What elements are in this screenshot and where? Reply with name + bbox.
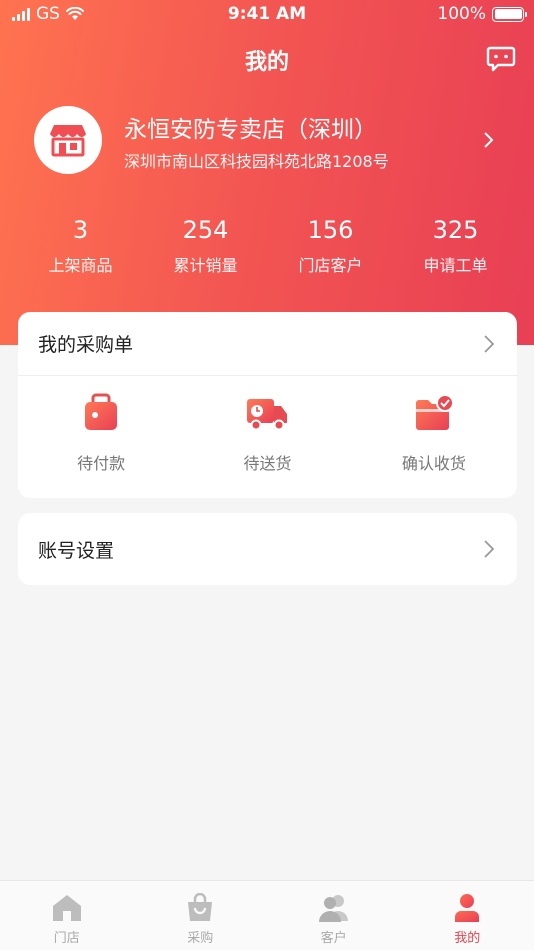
- order-label: 待付款: [77, 454, 126, 473]
- received-folder-icon: [415, 394, 454, 430]
- stat-value: 325: [432, 216, 479, 244]
- stats-row: 3 上架商品 254 累计销量 156 门店客户 325 申请工单: [18, 216, 518, 276]
- stat-label: 门店客户: [298, 256, 363, 275]
- chevron-right-icon: [484, 540, 495, 558]
- tab-customers[interactable]: 客户: [267, 881, 401, 950]
- shopping-bag-icon: [188, 893, 213, 921]
- order-status-list: 待付款 待送货 确认收货: [18, 376, 517, 474]
- customers-icon: [318, 895, 348, 922]
- stat-value: 156: [307, 216, 354, 244]
- order-label: 确认收货: [401, 454, 466, 473]
- store-icon: [52, 895, 81, 921]
- message-icon[interactable]: [486, 46, 516, 72]
- stat-total-sales[interactable]: 254 累计销量: [143, 216, 268, 276]
- store-name: 永恒安防专卖店（深圳）: [124, 117, 377, 143]
- tab-purchase[interactable]: 采购: [134, 881, 268, 950]
- shop-icon: [50, 125, 86, 157]
- stat-label: 申请工单: [423, 256, 488, 275]
- tab-bar: 门店 采购 客户 我的: [0, 880, 534, 950]
- wallet-icon: [85, 393, 118, 430]
- order-confirm-receipt[interactable]: 确认收货: [351, 393, 517, 474]
- profile-icon: [455, 894, 480, 922]
- purchase-orders-card: 我的采购单 待付款 待送货 确认收货: [18, 312, 517, 498]
- battery-percent: 100%: [437, 4, 486, 24]
- order-pending-payment[interactable]: 待付款: [18, 393, 184, 474]
- purchase-orders-title: 我的采购单: [38, 334, 134, 356]
- store-info[interactable]: 永恒安防专卖店（深圳） 深圳市南山区科技园科苑北路1208号: [34, 106, 514, 178]
- store-address: 深圳市南山区科技园科苑北路1208号: [124, 152, 389, 171]
- account-settings-title: 账号设置: [38, 539, 115, 562]
- chevron-right-icon: [484, 132, 494, 148]
- chevron-right-icon: [484, 334, 495, 353]
- stat-value: 254: [182, 216, 229, 244]
- stat-label: 累计销量: [173, 256, 238, 275]
- order-pending-delivery[interactable]: 待送货: [184, 393, 350, 474]
- store-avatar: [34, 106, 102, 174]
- status-bar: GS 9:41 AM 100%: [0, 0, 534, 30]
- account-settings-row[interactable]: 账号设置: [18, 513, 517, 585]
- tab-label: 客户: [320, 931, 347, 946]
- stat-store-customers[interactable]: 156 门店客户: [268, 216, 393, 276]
- stat-work-orders[interactable]: 325 申请工单: [393, 216, 518, 276]
- battery-icon: [492, 6, 527, 22]
- status-right: 100%: [437, 4, 527, 24]
- tab-label: 采购: [187, 931, 214, 946]
- page-title: 我的: [244, 50, 289, 75]
- delivery-truck-icon: [247, 399, 288, 431]
- purchase-orders-header[interactable]: 我的采购单: [18, 312, 517, 375]
- stat-value: 3: [72, 216, 89, 244]
- tab-store[interactable]: 门店: [0, 881, 134, 950]
- tab-mine[interactable]: 我的: [401, 881, 534, 950]
- account-settings-card[interactable]: 账号设置: [18, 513, 517, 585]
- tab-label: 我的: [454, 931, 481, 946]
- stat-label: 上架商品: [48, 256, 113, 275]
- order-label: 待送货: [243, 454, 292, 473]
- tab-label: 门店: [53, 931, 80, 946]
- stat-listed-products[interactable]: 3 上架商品: [18, 216, 143, 276]
